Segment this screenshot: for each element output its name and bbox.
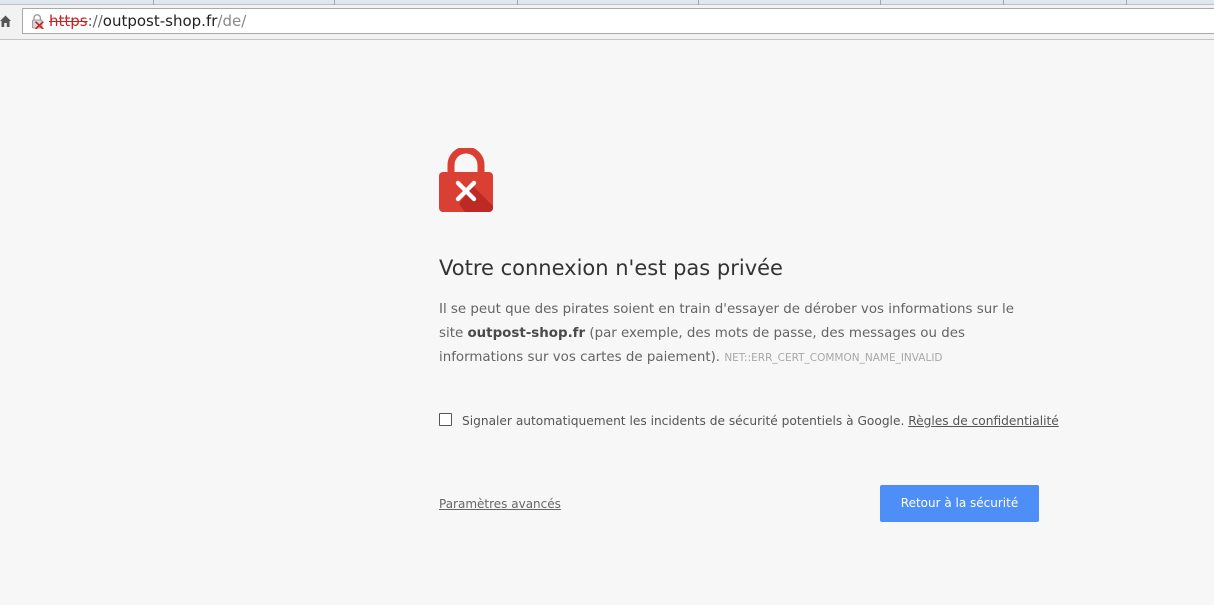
tab-divider	[880, 0, 881, 5]
back-to-safety-button[interactable]: Retour à la sécurité	[880, 485, 1039, 522]
error-explanation: Il se peut que des pirates soient en tra…	[439, 298, 1039, 370]
privacy-policy-link[interactable]: Règles de confidentialité	[908, 414, 1059, 428]
broken-lock-icon[interactable]	[31, 14, 45, 29]
error-code[interactable]: NET::ERR_CERT_COMMON_NAME_INVALID	[724, 352, 942, 364]
home-icon[interactable]	[0, 14, 11, 28]
url-scheme: https	[49, 12, 88, 30]
tab-divider	[517, 0, 518, 5]
report-label-text[interactable]: Signaler automatiquement les incidents d…	[462, 414, 908, 428]
report-label[interactable]: Signaler automatiquement les incidents d…	[462, 412, 1059, 430]
tab-divider	[334, 0, 335, 5]
browser-toolbar: https://outpost-shop.fr/de/	[0, 0, 1214, 40]
tab-strip	[0, 0, 1214, 5]
report-checkbox[interactable]	[439, 413, 452, 426]
tab-divider	[1003, 0, 1004, 5]
address-bar[interactable]: https://outpost-shop.fr/de/	[22, 8, 1214, 34]
report-option: Signaler automatiquement les incidents d…	[439, 410, 1059, 430]
tab-divider	[698, 0, 699, 5]
url-host: outpost-shop.fr	[102, 12, 218, 30]
url-separator: ://	[87, 12, 103, 30]
advanced-settings-link[interactable]: Paramètres avancés	[439, 495, 561, 513]
page-title: Votre connexion n'est pas privée	[439, 256, 783, 280]
tab-divider	[153, 0, 154, 5]
url-text[interactable]: https://outpost-shop.fr/de/	[49, 12, 246, 30]
tab-divider	[1126, 0, 1127, 5]
site-name: outpost-shop.fr	[467, 326, 586, 341]
red-padlock-x-icon	[439, 148, 493, 212]
url-path: /de/	[217, 12, 247, 30]
